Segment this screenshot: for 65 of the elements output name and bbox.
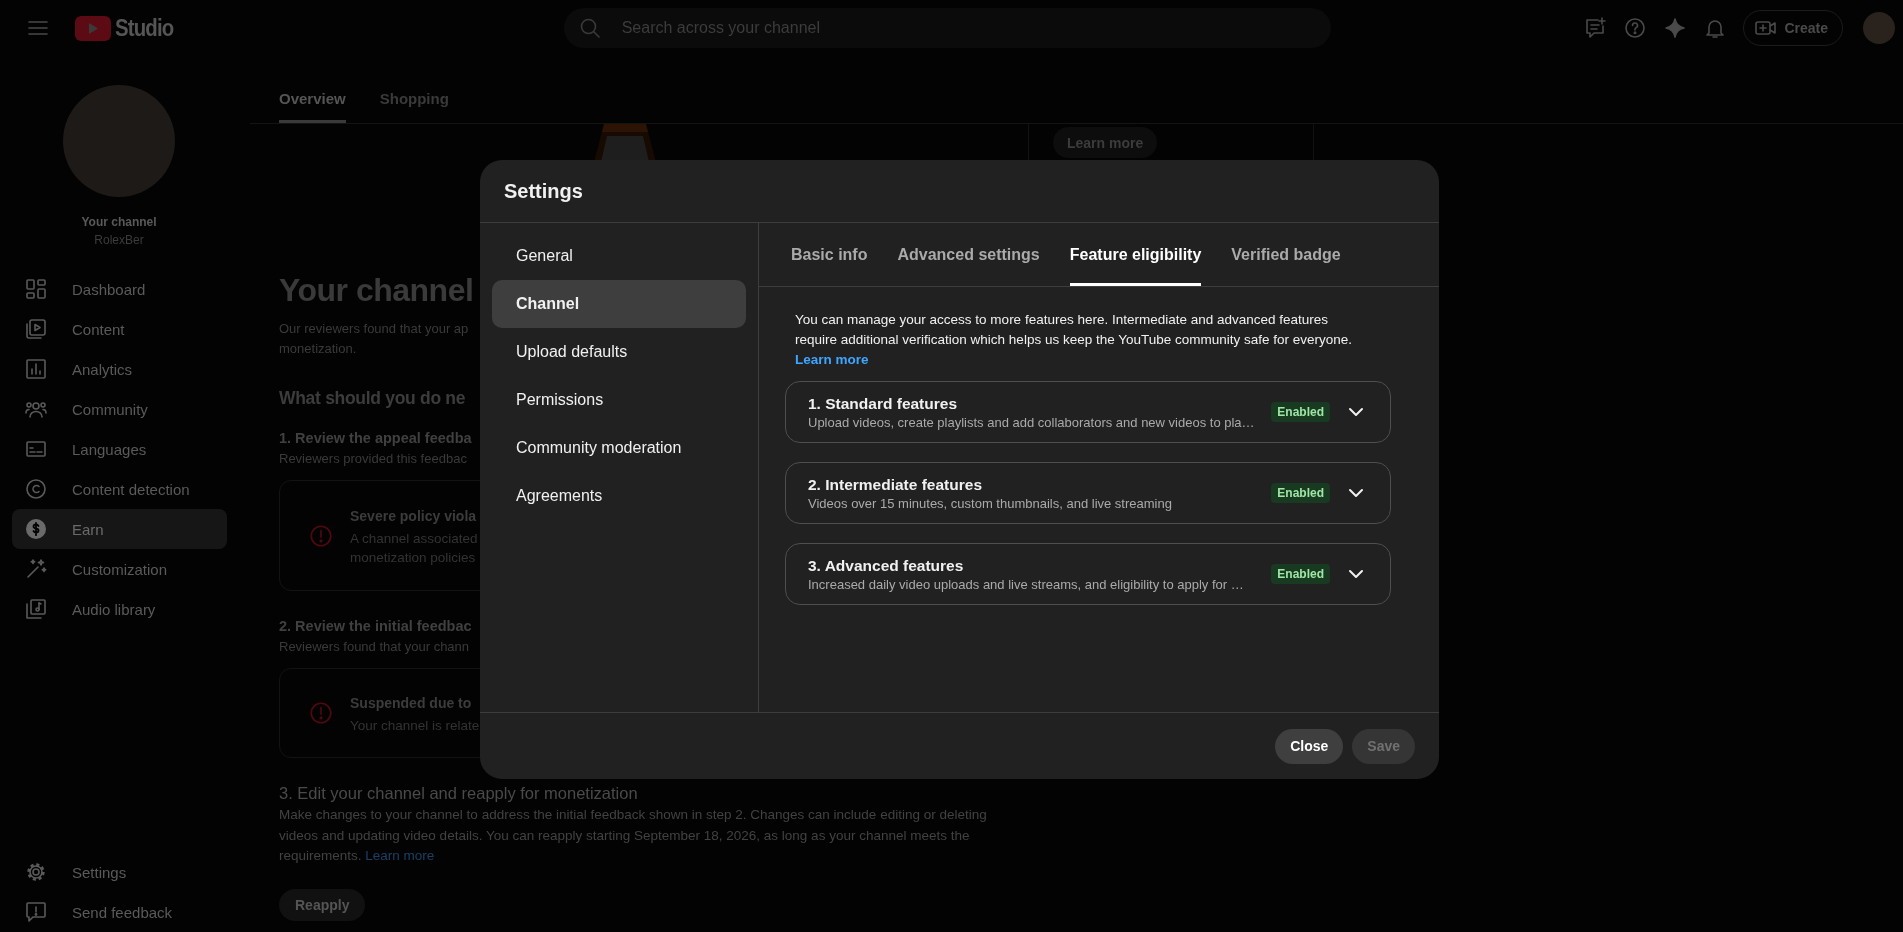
sidebar-item[interactable]: Settings [12, 852, 227, 892]
sidebar-item[interactable]: Customization [12, 549, 227, 589]
feature-description: Videos over 15 minutes, custom thumbnails, and live streaming [808, 494, 1173, 513]
sidebar-item[interactable]: Dashboard [12, 269, 227, 309]
settings-nav-item[interactable]: Upload defaults [492, 328, 746, 376]
step-title: 3. Edit your channel and reapply for monetization [279, 783, 638, 804]
card-title: Suspended due to [350, 693, 472, 713]
status-badge: Enabled [1271, 402, 1330, 422]
description-text: You can manage your access to more features here. Intermediate and advanced features require additional verification which helps us keep the YouTube community safe for everyone. Learn more [795, 311, 1354, 369]
dialog-title: Settings [504, 179, 583, 203]
feature-card[interactable]: 3. Advanced features Increased daily video uploads and live streams, and eligibility to apply for … Enabled [785, 543, 1391, 605]
section-heading: What should you do ne [279, 387, 466, 410]
sparkle-icon[interactable] [1663, 16, 1688, 40]
help-icon[interactable] [1623, 16, 1648, 40]
sidebar-item[interactable]: Analytics [12, 349, 227, 389]
bar-chart-icon [24, 357, 48, 381]
tab[interactable]: Basic info [791, 223, 868, 286]
tab[interactable]: Verified badge [1231, 223, 1341, 286]
sidebar-item[interactable]: Languages [12, 429, 227, 469]
sidebar-item[interactable]: Community [12, 389, 227, 429]
copyright-icon [24, 477, 48, 501]
feature-card[interactable]: 1. Standard features Upload videos, create playlists and add collaborators and new videos to pla… Enabled [785, 381, 1391, 443]
magic-wand-icon [24, 557, 48, 581]
feature-card[interactable]: 2. Intermediate features Videos over 15 minutes, custom thumbnails, and live streaming Enabled [785, 462, 1391, 524]
avatar-placeholder[interactable] [1863, 12, 1895, 44]
close-button[interactable]: Close [1275, 728, 1344, 764]
channel-label: Your channel [81, 214, 157, 231]
feature-title: 2. Intermediate features [808, 474, 983, 495]
feedback-icon [24, 900, 48, 924]
play-logo-icon[interactable] [75, 15, 111, 41]
error-icon [308, 522, 334, 549]
feature-description: Increased daily video uploads and live streams, and eligibility to apply for … [808, 575, 1245, 594]
music-library-icon [24, 597, 48, 621]
step-title: 2. Review the initial feedbac [279, 617, 472, 636]
settings-nav-item[interactable]: Permissions [492, 376, 746, 424]
step-text: Make changes to your channel to address the initial feedback shown in step 2. Changes can include editing or deleting videos and updating video details. You can reapply starting September 18, 2026, as long as your channel meets the requirements. Learn more [279, 806, 988, 865]
tab[interactable]: Advanced settings [897, 223, 1040, 286]
tab[interactable]: Feature eligibility [1069, 223, 1202, 286]
message-plus-icon[interactable] [1583, 16, 1608, 40]
tab[interactable]: Overview [279, 56, 346, 123]
sidebar-item[interactable]: Content [12, 309, 227, 349]
settings-nav-item[interactable]: Channel [492, 280, 746, 328]
sidebar-item[interactable]: Content detection [12, 469, 227, 509]
learn-more-link[interactable]: Learn more [795, 352, 869, 367]
settings-nav-item[interactable]: Agreements [492, 472, 746, 520]
feature-title: 1. Standard features [808, 393, 959, 414]
learn-more-link[interactable]: Learn more [365, 848, 435, 863]
settings-nav-item[interactable]: General [492, 232, 746, 280]
status-badge: Enabled [1271, 483, 1330, 503]
sidebar-item[interactable]: Earn [12, 509, 227, 549]
settings-icon [24, 860, 48, 884]
sidebar-item[interactable]: Send feedback [12, 892, 227, 932]
step-title: 1. Review the appeal feedba [279, 429, 472, 448]
status-badge: Enabled [1271, 564, 1330, 584]
card-title: Severe policy viola [350, 506, 477, 526]
settings-nav-item[interactable]: Community moderation [492, 424, 746, 472]
dashboard-icon [24, 277, 48, 301]
dollar-icon [24, 517, 48, 541]
feature-title: 3. Advanced features [808, 555, 965, 576]
video-icon [24, 317, 48, 341]
sidebar-item[interactable]: Audio library [12, 589, 227, 629]
channel-name: RolexBer [94, 232, 144, 249]
logo-text[interactable]: Studio [115, 14, 174, 42]
error-icon [308, 700, 334, 726]
feature-description: Upload videos, create playlists and add collaborators and new videos to pla… [808, 413, 1256, 432]
